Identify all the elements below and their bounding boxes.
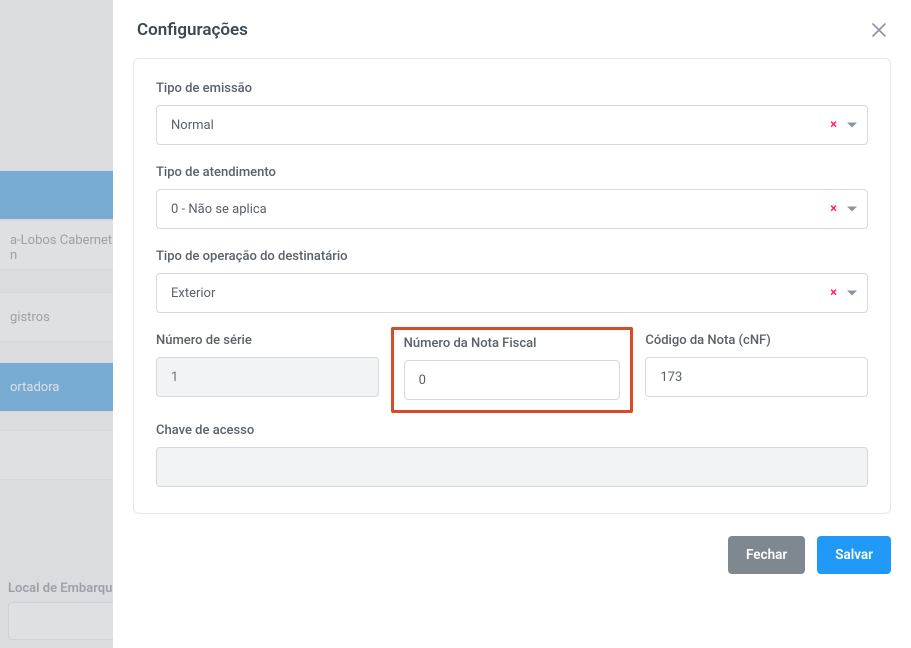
close-button[interactable]: Fechar	[728, 536, 805, 574]
modal-header: Configurações	[113, 0, 911, 58]
tipo-atendimento-group: Tipo de atendimento 0 - Não se aplica ×	[156, 165, 868, 229]
form-card: Tipo de emissão Normal × Tipo de atendim…	[133, 58, 891, 514]
tipo-emissao-group: Tipo de emissão Normal ×	[156, 81, 868, 145]
codigo-nota-label: Código da Nota (cNF)	[645, 333, 868, 348]
close-icon[interactable]	[871, 22, 887, 38]
numero-nota-highlight: Número da Nota Fiscal	[391, 327, 634, 413]
numero-nota-input[interactable]	[404, 360, 621, 400]
tipo-operacao-label: Tipo de operação do destinatário	[156, 249, 868, 264]
chevron-down-icon[interactable]	[847, 118, 857, 133]
chevron-down-icon[interactable]	[847, 202, 857, 217]
tipo-emissao-select[interactable]: Normal ×	[156, 105, 868, 145]
tipo-operacao-group: Tipo de operação do destinatário Exterio…	[156, 249, 868, 313]
chave-acesso-input	[156, 447, 868, 487]
tipo-emissao-label: Tipo de emissão	[156, 81, 868, 96]
numero-serie-input	[156, 357, 379, 397]
chave-acesso-label: Chave de acesso	[156, 423, 868, 438]
numero-nota-col: Número da Nota Fiscal	[401, 333, 624, 403]
numeric-row: Número de série Número da Nota Fiscal Có…	[156, 333, 868, 403]
modal-footer: Fechar Salvar	[113, 514, 911, 594]
chevron-down-icon[interactable]	[847, 286, 857, 301]
chave-acesso-group: Chave de acesso	[156, 423, 868, 487]
clear-icon[interactable]: ×	[830, 119, 837, 132]
tipo-atendimento-select[interactable]: 0 - Não se aplica ×	[156, 189, 868, 229]
clear-icon[interactable]: ×	[830, 203, 837, 216]
tipo-atendimento-label: Tipo de atendimento	[156, 165, 868, 180]
modal-title: Configurações	[137, 20, 248, 40]
numero-serie-label: Número de série	[156, 333, 379, 348]
clear-icon[interactable]: ×	[830, 287, 837, 300]
tipo-emissao-value: Normal	[171, 118, 214, 133]
settings-modal: Configurações Tipo de emissão Normal ×	[113, 0, 911, 648]
numero-nota-label: Número da Nota Fiscal	[404, 336, 621, 351]
tipo-operacao-select[interactable]: Exterior ×	[156, 273, 868, 313]
tipo-atendimento-value: 0 - Não se aplica	[171, 202, 267, 217]
numero-serie-col: Número de série	[156, 333, 379, 403]
codigo-nota-col: Código da Nota (cNF)	[645, 333, 868, 403]
modal-body: Tipo de emissão Normal × Tipo de atendim…	[113, 58, 911, 514]
tipo-operacao-value: Exterior	[171, 286, 215, 301]
save-button[interactable]: Salvar	[817, 536, 891, 574]
codigo-nota-input[interactable]	[645, 357, 868, 397]
